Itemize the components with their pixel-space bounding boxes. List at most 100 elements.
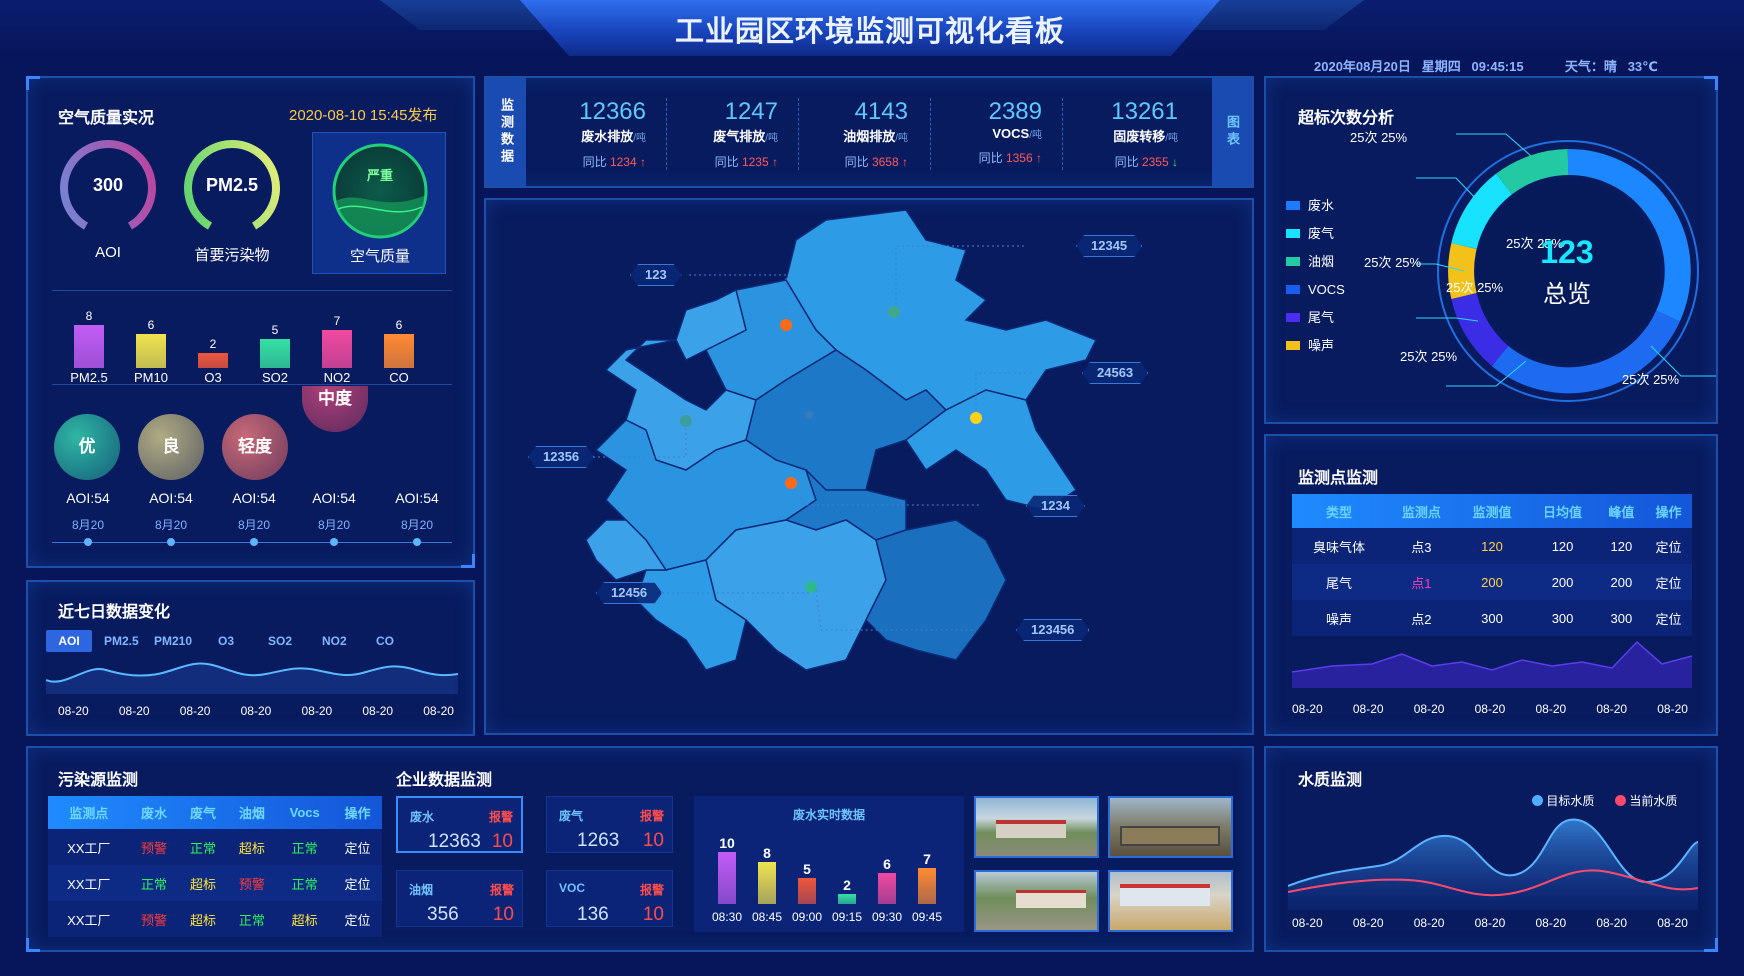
- primary-pollutant-label: 首要污染物: [194, 247, 270, 264]
- x-tick: 08-20: [1413, 916, 1445, 930]
- kpi-cmp-label: 同比: [714, 155, 739, 169]
- tab-pm210[interactable]: PM210: [154, 634, 192, 648]
- locate-button[interactable]: 定位: [333, 829, 382, 865]
- tab-co[interactable]: CO: [376, 634, 394, 648]
- x-tick: 08-20: [1413, 702, 1445, 716]
- x-tick: 08-20: [1292, 702, 1323, 716]
- table-row[interactable]: 噪声 点2 300 300 300 定位: [1292, 600, 1692, 636]
- legend-label[interactable]: 目标水质: [1546, 794, 1594, 808]
- locate-button[interactable]: 定位: [1645, 564, 1692, 600]
- enterprise-card-exhaust[interactable]: 废气 报警 1263 10: [546, 796, 673, 853]
- kpi-unit: /吨: [1165, 133, 1178, 144]
- x-tick: 08-20: [1474, 702, 1506, 716]
- level-bubble-good: 良: [138, 414, 204, 480]
- legend-swatch: [1286, 201, 1300, 210]
- header-weather: 天气：晴: [1564, 59, 1617, 74]
- level-date: 8月20: [400, 518, 434, 532]
- timeline-dot[interactable]: [167, 538, 175, 546]
- level-bubble-light: 轻度: [222, 414, 288, 480]
- legend-item[interactable]: 废气: [1286, 220, 1345, 248]
- map-marker[interactable]: [888, 306, 900, 318]
- locate-button[interactable]: 定位: [333, 901, 382, 937]
- locate-button[interactable]: 定位: [1645, 600, 1692, 636]
- timeline-dot[interactable]: [330, 538, 338, 546]
- map-marker[interactable]: [785, 477, 797, 489]
- legend-item[interactable]: 废水: [1286, 192, 1345, 220]
- x-tick: 08-20: [1292, 916, 1323, 930]
- map-tag[interactable]: 24563: [1082, 362, 1148, 384]
- table-header: 监测点 废水 废气 油烟 Vocs 操作: [48, 796, 382, 829]
- tab-o3[interactable]: O3: [218, 634, 234, 648]
- photo-building: [1016, 890, 1086, 908]
- donut-center-value: 123: [1540, 234, 1594, 270]
- status-badge: 超标: [291, 912, 318, 928]
- map-tag[interactable]: 12456: [596, 582, 662, 604]
- realtime-title: 废水实时数据: [792, 808, 865, 822]
- column-header: 废气: [189, 806, 216, 821]
- table-row[interactable]: 尾气 点1 200 200 200 定位: [1292, 564, 1692, 600]
- cell-type: 臭味气体: [1313, 539, 1366, 555]
- kpi-value: 13261: [1111, 98, 1178, 125]
- enterprise-card-voc[interactable]: VOC 报警 136 10: [546, 870, 673, 927]
- map-marker[interactable]: [805, 411, 813, 419]
- monitor-area-chart: [1292, 640, 1692, 688]
- cell-point: 点3: [1411, 539, 1432, 555]
- kpi-name: 油烟排放: [843, 129, 896, 144]
- tab-no2[interactable]: NO2: [322, 634, 347, 648]
- kpi-cmp-label: 同比: [978, 151, 1003, 165]
- legend-label[interactable]: 当前水质: [1629, 794, 1677, 808]
- tab-aoi[interactable]: AOI: [46, 630, 92, 652]
- table-row[interactable]: XX工厂 预警 超标 正常 超标 定位: [48, 901, 382, 937]
- tab-pm25[interactable]: PM2.5: [104, 634, 139, 648]
- enterprise-card-fume[interactable]: 油烟 报警 356 10: [396, 870, 523, 927]
- cell-name: XX工厂: [67, 876, 111, 892]
- table-row[interactable]: XX工厂 正常 超标 预警 正常 定位: [48, 865, 382, 901]
- map-tag[interactable]: 123456: [1016, 619, 1089, 641]
- map-tag[interactable]: 12345: [1076, 235, 1142, 257]
- monitor-point-table: 类型 监测点 监测值 日均值 峰值 操作 臭味气体 点3 120 120 120…: [1292, 494, 1692, 636]
- legend-item[interactable]: 油烟: [1286, 248, 1345, 276]
- map-region: [865, 519, 1007, 661]
- status-badge: 正常: [238, 912, 265, 928]
- legend-item[interactable]: VOCS: [1286, 276, 1345, 304]
- map-marker[interactable]: [970, 412, 982, 424]
- map-tag[interactable]: 123: [630, 264, 682, 286]
- table-row[interactable]: XX工厂 预警 正常 超标 正常 定位: [48, 829, 382, 865]
- kpi-cmp-value: 1234: [609, 155, 637, 169]
- legend-item[interactable]: 尾气: [1286, 304, 1345, 332]
- legend-swatch: [1532, 795, 1543, 806]
- locate-button[interactable]: 定位: [333, 865, 382, 901]
- timeline-dot[interactable]: [250, 538, 258, 546]
- legend-item[interactable]: 噪声: [1286, 332, 1345, 360]
- timeline-dot[interactable]: [413, 538, 421, 546]
- slice-label: 25次 25%: [1364, 255, 1422, 270]
- map-tag[interactable]: 1234: [1026, 495, 1085, 517]
- table-row[interactable]: 臭味气体 点3 120 120 120 定位: [1292, 528, 1692, 564]
- site-photo[interactable]: [974, 796, 1099, 858]
- arrow-up-icon: ↑: [902, 155, 908, 169]
- timeline-dot[interactable]: [84, 538, 92, 546]
- locate-button[interactable]: 定位: [1645, 528, 1692, 564]
- kpi-divider: [1062, 98, 1063, 170]
- map-tag[interactable]: 12356: [528, 446, 594, 468]
- photo-building: [1120, 884, 1210, 906]
- status-badge: 超标: [189, 876, 216, 892]
- cell-type: 尾气: [1326, 575, 1353, 591]
- tab-so2[interactable]: SO2: [268, 634, 292, 648]
- cell-point: 点2: [1411, 611, 1432, 627]
- status-badge: 正常: [291, 840, 318, 856]
- primary-pollutant-value: PM2.5: [205, 175, 259, 195]
- enterprise-card-wastewater[interactable]: 废水 报警 12363 10: [396, 796, 523, 853]
- site-photo[interactable]: [1108, 796, 1233, 858]
- pollutant-bar-value: 7: [333, 313, 341, 328]
- kpi-unit: /吨: [1029, 130, 1042, 141]
- map-marker[interactable]: [780, 319, 792, 331]
- park-map[interactable]: [486, 200, 1252, 733]
- site-photo[interactable]: [974, 870, 1099, 932]
- site-photo[interactable]: [1108, 870, 1233, 932]
- slice-label: 25次 25%: [1400, 349, 1458, 364]
- kpi-chart-toggle[interactable]: 图表: [1212, 78, 1252, 186]
- map-marker[interactable]: [805, 581, 817, 593]
- map-marker[interactable]: [680, 415, 692, 427]
- corner-decor: [26, 76, 40, 90]
